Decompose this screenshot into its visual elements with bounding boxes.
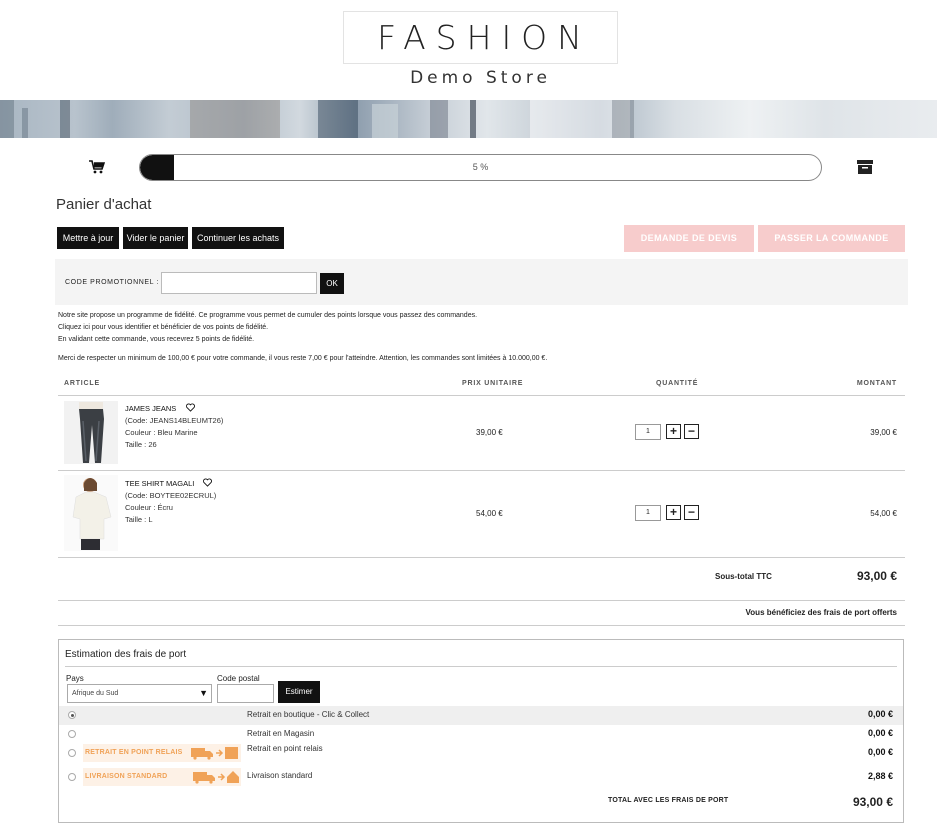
country-label: Pays bbox=[66, 674, 84, 683]
free-shipping-notice: Vous bénéficiez des frais de port offert… bbox=[745, 608, 897, 617]
quantity-minus-button[interactable]: − bbox=[684, 505, 699, 520]
promo-code-label: CODE PROMOTIONNEL : bbox=[65, 279, 159, 286]
request-quote-button[interactable]: DEMANDE DE DEVIS bbox=[624, 225, 754, 252]
header-banner bbox=[0, 100, 937, 138]
progress-label: 5 % bbox=[472, 162, 489, 172]
shipping-radio[interactable] bbox=[68, 711, 76, 719]
checkout-progress-bar: 5 % bbox=[139, 154, 822, 181]
relay-point-badge: RETRAIT EN POINT RELAIS bbox=[83, 744, 241, 762]
logo-subtitle: Demo Store bbox=[410, 68, 551, 88]
divider bbox=[58, 600, 905, 601]
shipping-option-price: 0,00 € bbox=[867, 728, 893, 738]
product-name[interactable]: TEE SHIRT MAGALI bbox=[125, 479, 194, 488]
page-title: Panier d'achat bbox=[56, 196, 152, 213]
estimate-button[interactable]: Estimer bbox=[278, 681, 320, 703]
shipping-option-name: Retrait en point relais bbox=[247, 744, 323, 753]
standard-delivery-badge: LIVRAISON STANDARD bbox=[83, 768, 241, 786]
truck-to-store-icon bbox=[191, 747, 238, 760]
total-with-shipping-label: TOTAL AVEC LES FRAIS DE PORT bbox=[608, 797, 729, 804]
shipping-option[interactable]: LIVRAISON STANDARD Livraison standard 2,… bbox=[59, 768, 903, 787]
quantity-plus-button[interactable]: + bbox=[666, 424, 681, 439]
col-header-quantity: QUANTITÉ bbox=[656, 380, 699, 387]
heart-icon[interactable] bbox=[186, 403, 195, 412]
quantity-plus-button[interactable]: + bbox=[666, 505, 681, 520]
standard-delivery-badge-label: LIVRAISON STANDARD bbox=[85, 773, 168, 780]
shipping-option-name: Retrait en Magasin bbox=[247, 729, 315, 738]
loyalty-points-text: En validant cette commande, vous recevre… bbox=[58, 336, 255, 343]
archive-box-icon bbox=[857, 160, 873, 174]
checkout-button[interactable]: PASSER LA COMMANDE bbox=[758, 225, 905, 252]
postal-code-label: Code postal bbox=[217, 674, 260, 683]
product-code: (Code: BOYTEE02ECRUL) bbox=[125, 491, 217, 500]
store-logo[interactable]: FASHION Demo Store bbox=[343, 11, 618, 88]
cart-icon[interactable] bbox=[89, 160, 105, 174]
shipping-option[interactable]: RETRAIT EN POINT RELAIS Retrait en point… bbox=[59, 744, 903, 763]
continue-shopping-button[interactable]: Continuer les achats bbox=[192, 227, 284, 249]
subtotal-label: Sous-total TTC bbox=[715, 572, 772, 581]
col-header-amount: MONTANT bbox=[856, 380, 897, 387]
line-amount: 39,00 € bbox=[870, 428, 897, 437]
shipping-radio[interactable] bbox=[68, 749, 76, 757]
promo-ok-button[interactable]: OK bbox=[320, 273, 344, 294]
product-size: Taille : L bbox=[125, 515, 153, 524]
total-with-shipping-value: 93,00 € bbox=[852, 795, 893, 809]
product-code: (Code: JEANS14BLEUMT26) bbox=[125, 416, 224, 425]
loyalty-info-text: Notre site propose un programme de fidél… bbox=[58, 312, 478, 319]
shipping-radio[interactable] bbox=[68, 773, 76, 781]
shipping-option-price: 0,00 € bbox=[867, 747, 893, 757]
product-image-jeans[interactable] bbox=[64, 401, 118, 464]
chevron-down-icon: ▼ bbox=[199, 688, 208, 698]
quantity-minus-button[interactable]: − bbox=[684, 424, 699, 439]
loyalty-login-link[interactable]: Cliquez ici pour vous identifier et béné… bbox=[58, 324, 268, 331]
quantity-input[interactable]: 1 bbox=[635, 424, 661, 440]
divider bbox=[58, 395, 905, 396]
country-select-value: Afrique du Sud bbox=[72, 690, 119, 697]
minimum-order-text: Merci de respecter un minimum de 100,00 … bbox=[58, 355, 548, 362]
product-size: Taille : 26 bbox=[125, 440, 157, 449]
shipping-option-name: Livraison standard bbox=[247, 771, 313, 780]
shipping-estimate-panel: Estimation des frais de port Pays Code p… bbox=[58, 639, 904, 823]
promo-code-panel: CODE PROMOTIONNEL : OK bbox=[55, 259, 908, 305]
truck-to-home-icon bbox=[193, 771, 239, 784]
shipping-estimate-title: Estimation des frais de port bbox=[65, 649, 187, 660]
shipping-option-price: 2,88 € bbox=[867, 771, 893, 781]
shipping-option-name: Retrait en boutique - Clic & Collect bbox=[247, 710, 370, 719]
update-cart-button[interactable]: Mettre à jour bbox=[57, 227, 119, 249]
unit-price: 39,00 € bbox=[476, 428, 503, 437]
postal-code-input[interactable] bbox=[217, 684, 274, 703]
empty-cart-button[interactable]: Vider le panier bbox=[123, 227, 188, 249]
logo-title: FASHION bbox=[377, 18, 592, 57]
product-name[interactable]: JAMES JEANS bbox=[125, 404, 176, 413]
divider bbox=[58, 557, 905, 558]
shipping-option[interactable]: Retrait en boutique - Clic & Collect 0,0… bbox=[59, 706, 903, 725]
promo-code-input[interactable] bbox=[161, 272, 317, 294]
subtotal-value: 93,00 € bbox=[856, 569, 897, 583]
shipping-radio[interactable] bbox=[68, 730, 76, 738]
col-header-article: ARTICLE bbox=[64, 380, 100, 387]
heart-icon[interactable] bbox=[203, 478, 212, 487]
country-select[interactable]: Afrique du Sud ▼ bbox=[67, 684, 212, 703]
col-header-unit-price: PRIX UNITAIRE bbox=[462, 380, 524, 387]
unit-price: 54,00 € bbox=[476, 509, 503, 518]
divider bbox=[58, 470, 905, 471]
relay-point-badge-label: RETRAIT EN POINT RELAIS bbox=[85, 749, 183, 756]
quantity-input[interactable]: 1 bbox=[635, 505, 661, 521]
product-image-tshirt[interactable] bbox=[64, 475, 118, 551]
product-color: Couleur : Écru bbox=[125, 503, 173, 512]
divider bbox=[65, 666, 897, 667]
shipping-option[interactable]: Retrait en Magasin 0,00 € bbox=[59, 725, 903, 744]
product-color: Couleur : Bleu Marine bbox=[125, 428, 198, 437]
line-amount: 54,00 € bbox=[870, 509, 897, 518]
shipping-option-price: 0,00 € bbox=[867, 709, 893, 719]
divider bbox=[58, 625, 905, 626]
